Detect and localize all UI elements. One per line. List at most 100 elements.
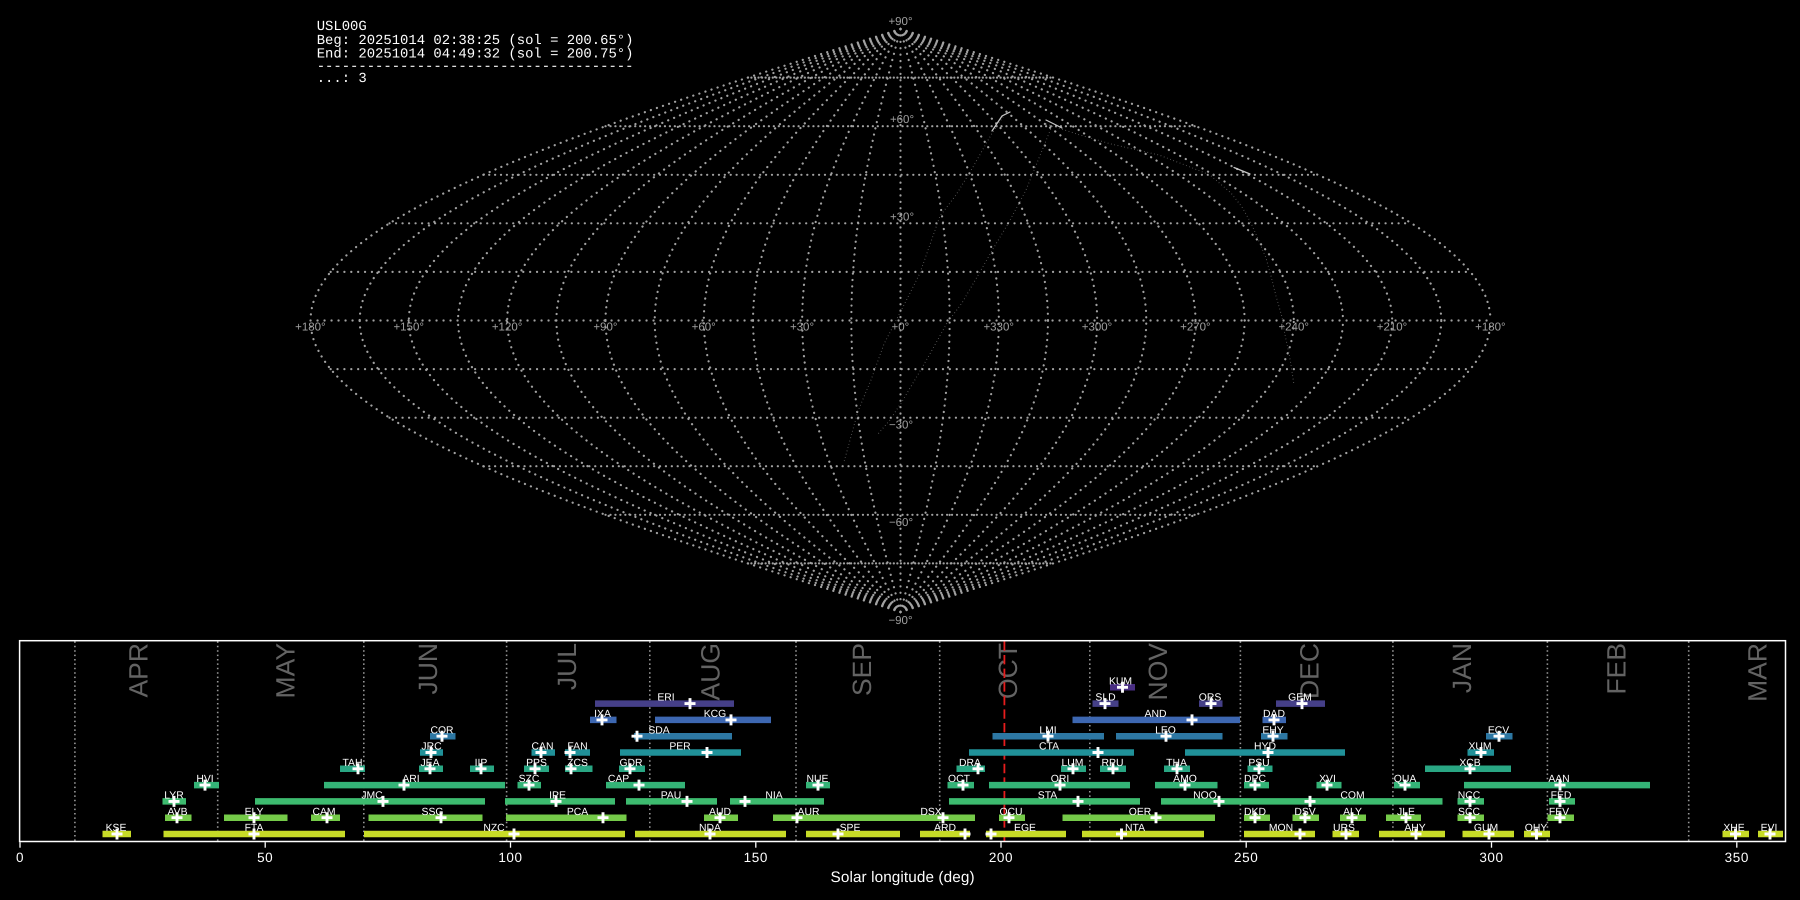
svg-text:ARD: ARD (934, 823, 956, 834)
svg-text:200: 200 (989, 850, 1013, 865)
svg-text:RPU: RPU (1102, 758, 1124, 769)
svg-text:AAN: AAN (1548, 774, 1569, 785)
svg-text:−60°: −60° (889, 517, 913, 529)
svg-text:CAN: CAN (532, 742, 554, 753)
svg-text:+330°: +330° (983, 322, 1014, 334)
svg-text:JEA: JEA (420, 758, 439, 769)
svg-text:+240°: +240° (1278, 322, 1309, 334)
svg-text:DSV: DSV (1294, 807, 1315, 818)
svg-text:HVI: HVI (196, 774, 213, 785)
svg-text:LUM: LUM (1062, 758, 1084, 769)
svg-text:50: 50 (257, 850, 273, 865)
svg-text:NTA: NTA (1125, 823, 1145, 834)
svg-text:AUD: AUD (709, 807, 731, 818)
svg-text:ORI: ORI (1051, 774, 1069, 785)
svg-text:+30°: +30° (790, 322, 814, 334)
svg-text:FED: FED (1551, 791, 1572, 802)
svg-text:OCT: OCT (948, 774, 971, 785)
svg-text:PAU: PAU (661, 791, 682, 802)
svg-text:AMO: AMO (1173, 774, 1197, 785)
svg-text:LMI: LMI (1039, 725, 1056, 736)
svg-text:SSG: SSG (422, 807, 444, 818)
svg-text:IPE: IPE (549, 791, 566, 802)
svg-text:CAM: CAM (312, 807, 335, 818)
svg-text:ALY: ALY (1343, 807, 1362, 818)
svg-text:SPE: SPE (840, 823, 861, 834)
svg-text:JUL: JUL (552, 643, 582, 690)
svg-text:DRA: DRA (959, 758, 981, 769)
svg-text:JRC: JRC (421, 742, 442, 753)
svg-text:EVI: EVI (1761, 823, 1778, 834)
svg-text:AVB: AVB (167, 807, 187, 818)
svg-text:NOO: NOO (1193, 791, 1217, 802)
svg-text:ARI: ARI (402, 774, 419, 785)
svg-text:ELY: ELY (245, 807, 264, 818)
svg-text:CTA: CTA (1039, 742, 1059, 753)
svg-text:ERI: ERI (657, 693, 674, 704)
svg-text:EGE: EGE (1014, 823, 1036, 834)
svg-text:100: 100 (498, 850, 522, 865)
svg-text:DSX: DSX (920, 807, 941, 818)
svg-text:JUN: JUN (413, 643, 443, 695)
svg-text:+300°: +300° (1082, 322, 1113, 334)
svg-text:GDR: GDR (619, 758, 643, 769)
svg-text:IIP: IIP (475, 758, 488, 769)
svg-text:+180°: +180° (1475, 322, 1506, 334)
svg-text:GUM: GUM (1474, 823, 1498, 834)
svg-text:AUG: AUG (696, 643, 726, 700)
svg-text:NCC: NCC (1458, 791, 1481, 802)
svg-text:LEO: LEO (1155, 725, 1176, 736)
svg-text:SDA: SDA (648, 725, 669, 736)
svg-text:OER: OER (1129, 807, 1152, 818)
svg-text:TAH: TAH (342, 758, 362, 769)
svg-text:+90°: +90° (593, 322, 617, 334)
svg-text:QUA: QUA (1394, 774, 1417, 785)
svg-text:SCC: SCC (1458, 807, 1480, 818)
svg-text:ORS: ORS (1199, 693, 1222, 704)
svg-text:+180°: +180° (295, 322, 326, 334)
svg-text:DPC: DPC (1244, 774, 1266, 785)
svg-text:STA: STA (1038, 791, 1058, 802)
svg-text:CAP: CAP (608, 774, 629, 785)
svg-text:APR: APR (124, 643, 154, 698)
svg-text:SEP: SEP (847, 643, 877, 696)
svg-text:300: 300 (1479, 850, 1503, 865)
svg-text:KCG: KCG (704, 709, 727, 720)
svg-text:COR: COR (430, 725, 454, 736)
svg-text:PCA: PCA (567, 807, 588, 818)
svg-text:+150°: +150° (393, 322, 424, 334)
svg-text:HYD: HYD (1254, 742, 1276, 753)
svg-text:PER: PER (669, 742, 691, 753)
svg-text:+30°: +30° (890, 212, 914, 224)
svg-text:THA: THA (1166, 758, 1187, 769)
svg-text:KSE: KSE (106, 823, 127, 834)
svg-text:+210°: +210° (1377, 322, 1408, 334)
svg-text:AUR: AUR (798, 807, 820, 818)
svg-text:JAN: JAN (1447, 643, 1477, 693)
svg-text:0: 0 (16, 850, 24, 865)
svg-text:NUE: NUE (807, 774, 829, 785)
svg-text:IXA: IXA (594, 709, 611, 720)
svg-text:+90°: +90° (888, 16, 912, 28)
svg-text:−30°: −30° (889, 420, 913, 432)
svg-text:SLD: SLD (1095, 693, 1115, 704)
svg-text:URS: URS (1333, 823, 1355, 834)
svg-text:NZC: NZC (483, 823, 505, 834)
svg-text:OHY: OHY (1525, 823, 1548, 834)
svg-text:OCU: OCU (999, 807, 1022, 818)
svg-text:250: 250 (1234, 850, 1258, 865)
svg-text:DKD: DKD (1244, 807, 1266, 818)
svg-text:PSU: PSU (1248, 758, 1269, 769)
svg-text:LYR: LYR (164, 791, 184, 802)
svg-text:−90°: −90° (888, 615, 912, 627)
svg-text:KUM: KUM (1109, 676, 1132, 687)
svg-text:AND: AND (1145, 709, 1167, 720)
svg-text:JLE: JLE (1397, 807, 1415, 818)
svg-text:ECV: ECV (1488, 725, 1509, 736)
svg-text:+60°: +60° (890, 114, 914, 126)
svg-text:EHY: EHY (1262, 725, 1283, 736)
svg-text:XUM: XUM (1468, 742, 1491, 753)
svg-text:XCB: XCB (1459, 758, 1480, 769)
svg-text:150: 150 (744, 850, 768, 865)
svg-text:MON: MON (1269, 823, 1293, 834)
